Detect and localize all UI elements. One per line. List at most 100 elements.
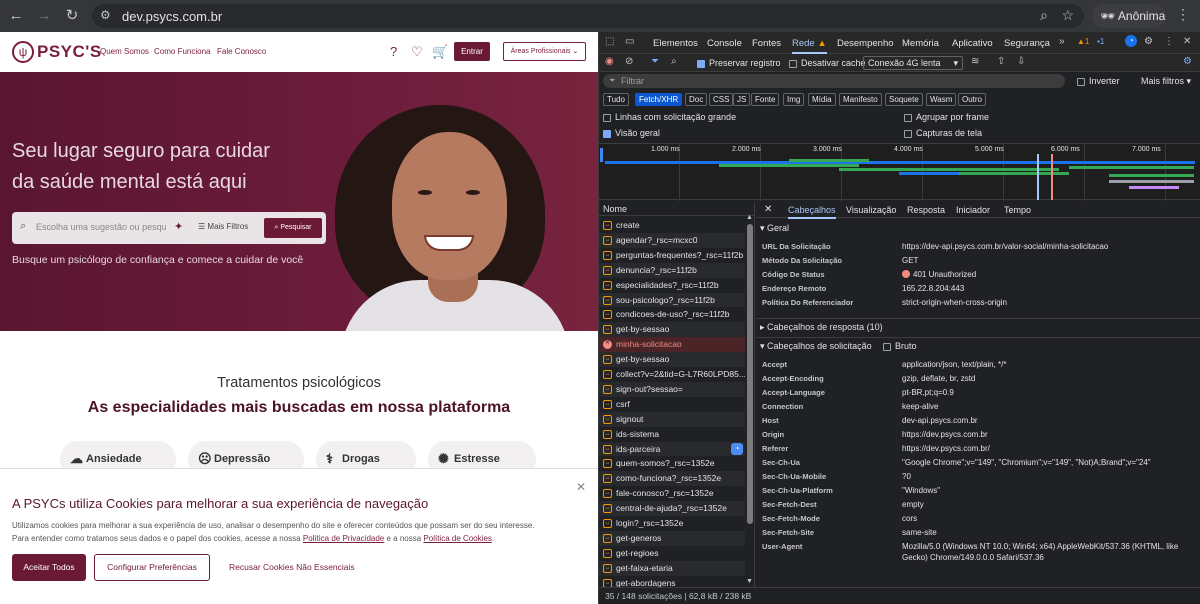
request-row[interactable]: ↔ central-de-ajuda?_rsc=1352e <box>599 501 745 516</box>
privacy-policy-link[interactable]: Política de Privacidade <box>303 534 384 543</box>
tab-elementos[interactable]: Elementos <box>653 38 698 49</box>
zoom-icon[interactable]: ⌕ <box>1040 7 1048 24</box>
request-list-scrollbar[interactable]: ▲ ▼ <box>746 214 754 586</box>
group-by-frame-checkbox[interactable]: Agrupar por frame <box>904 112 989 122</box>
overview-checkbox[interactable]: Visão geral <box>603 128 660 138</box>
request-row[interactable]: ↔ sign-out?sessao= <box>599 381 745 397</box>
inspect-icon[interactable]: ⬚ <box>605 36 614 47</box>
filter-funnel-icon[interactable]: ⏷ <box>651 56 659 67</box>
more-filters-dropdown[interactable]: Mais filtros ▾ <box>1141 76 1191 87</box>
request-row[interactable]: ↔ quem-somos?_rsc=1352e <box>599 456 745 471</box>
tab-cabecalhos[interactable]: Cabeçalhos <box>788 205 836 219</box>
invert-checkbox[interactable]: Inverter <box>1077 76 1120 86</box>
type-filter-fonte[interactable]: Fonte <box>751 93 780 106</box>
response-headers-section-header[interactable]: ▸ Cabeçalhos de resposta (10) <box>756 318 1200 335</box>
request-row[interactable]: ↔ condicoes-de-uso?_rsc=11f2b <box>599 307 745 322</box>
scrollbar-thumb[interactable] <box>747 224 753 524</box>
browser-menu-icon[interactable]: ⋮ <box>1176 6 1190 23</box>
request-row[interactable]: ↔ get-faixa-etaria <box>599 560 745 576</box>
accept-all-button[interactable]: Aceitar Todos <box>12 554 86 581</box>
request-row[interactable]: ↔ get-by-sessao <box>599 322 745 338</box>
scroll-up-icon[interactable]: ▲ <box>746 214 753 221</box>
request-row[interactable]: ↔ login?_rsc=1352e <box>599 516 745 531</box>
cookie-policy-link[interactable]: Política de Cookies <box>423 534 491 543</box>
tab-iniciador[interactable]: Iniciador <box>956 205 990 215</box>
clear-icon[interactable]: ⊘ <box>625 56 633 67</box>
tab-tempo[interactable]: Tempo <box>1004 205 1031 215</box>
request-row[interactable]: ✕ minha-solicitacao <box>599 337 745 353</box>
tab-memoria[interactable]: Memória <box>902 38 939 49</box>
request-row[interactable]: ↔ signout <box>599 411 745 427</box>
tab-visualizacao[interactable]: Visualização <box>846 205 896 215</box>
tab-desempenho[interactable]: Desempenho <box>837 38 894 49</box>
scroll-down-icon[interactable]: ▼ <box>746 578 753 585</box>
reload-icon[interactable]: ↻ <box>62 6 82 26</box>
network-overview-timeline[interactable]: 1.000 ms 2.000 ms 3.000 ms 4.000 ms 5.00… <box>599 143 1200 201</box>
general-section-header[interactable]: ▾ Geral <box>756 220 1200 237</box>
request-row[interactable]: ↔ especialidades?_rsc=11f2b <box>599 278 745 293</box>
configure-preferences-button[interactable]: Configurar Preferências <box>94 554 210 581</box>
request-row[interactable]: ↔ agendar?_rsc=mcxc0 <box>599 232 745 248</box>
settings-gear-icon[interactable]: ⚙ <box>1144 36 1153 47</box>
request-row[interactable]: ↔ fale-conosco?_rsc=1352e <box>599 486 745 501</box>
tab-rede[interactable]: Rede ▲ <box>792 38 827 54</box>
request-row[interactable]: ↔ create <box>599 218 745 233</box>
type-filter-midia[interactable]: Mídia <box>808 93 836 106</box>
tab-console[interactable]: Console <box>707 38 742 49</box>
request-row[interactable]: ↔ denuncia?_rsc=11f2b <box>599 262 745 278</box>
big-rows-checkbox[interactable]: Linhas com solicitação grande <box>603 112 736 122</box>
import-har-icon[interactable]: ⇧ <box>997 56 1005 67</box>
search-icon[interactable]: ⌕ <box>671 56 677 67</box>
request-row[interactable]: ↔ get-regioes <box>599 546 745 561</box>
request-row[interactable]: ↔ csrf <box>599 397 745 412</box>
tab-aplicativo[interactable]: Aplicativo <box>952 38 993 49</box>
address-bar[interactable]: ⚙ dev.psycs.com.br ⌕ ☆ <box>92 4 1084 28</box>
forward-icon[interactable]: → <box>34 6 54 26</box>
extension-icon[interactable]: ◔ <box>1125 35 1137 47</box>
disable-cache-checkbox[interactable]: Desativar cache <box>789 58 866 68</box>
screenshots-checkbox[interactable]: Capturas de tela <box>904 128 982 138</box>
reject-cookies-button[interactable]: Recusar Cookies Não Essenciais <box>229 562 355 572</box>
type-filter-manifesto[interactable]: Manifesto <box>839 93 882 106</box>
request-row[interactable]: ↔ get-generos <box>599 530 745 546</box>
type-filter-outro[interactable]: Outro <box>958 93 987 106</box>
type-filter-img[interactable]: Img <box>783 93 805 106</box>
tab-fontes[interactable]: Fontes <box>752 38 781 49</box>
initiator-badge-icon[interactable]: ◔ <box>731 442 743 455</box>
request-headers-section-header[interactable]: ▾ Cabeçalhos de solicitação Bruto <box>756 337 1200 354</box>
throttling-select[interactable]: Conexão 4G lenta ▾ <box>863 56 963 70</box>
type-filter-soquete[interactable]: Soquete <box>885 93 923 106</box>
device-toolbar-icon[interactable]: ▭ <box>625 36 634 47</box>
request-row[interactable]: ↔ sou-psicologo?_rsc=11f2b <box>599 292 745 308</box>
request-row[interactable]: ↔ get-by-sessao <box>599 352 745 367</box>
devtools-menu-icon[interactable]: ⋮ <box>1164 36 1174 47</box>
close-icon[interactable]: ✕ <box>576 480 586 494</box>
back-icon[interactable]: ← <box>6 6 26 26</box>
network-settings-icon[interactable]: ⚙ <box>1183 56 1192 67</box>
request-row[interactable]: ↔ perguntas-frequentes?_rsc=11f2b <box>599 248 745 263</box>
bookmark-star-icon[interactable]: ☆ <box>1061 7 1074 24</box>
site-settings-icon[interactable]: ⚙ <box>100 8 111 22</box>
name-column-header[interactable]: Nome <box>599 202 755 216</box>
type-filter-doc[interactable]: Doc <box>685 93 708 106</box>
type-filter-js[interactable]: JS <box>733 93 751 106</box>
request-row[interactable]: ↔ ids-sistema <box>599 427 745 442</box>
request-row[interactable]: ↔ como-funciona?_rsc=1352e <box>599 471 745 487</box>
request-row[interactable]: ↔ ids-parceira ◔ <box>599 441 745 457</box>
request-row[interactable]: ↔ collect?v=2&tid=G-L7R60LPD85... <box>599 367 745 382</box>
type-filter-css[interactable]: CSS <box>709 93 734 106</box>
issues-counter[interactable]: ▪1 <box>1097 37 1104 46</box>
type-filter-tudo[interactable]: Tudo <box>603 93 629 106</box>
tab-resposta[interactable]: Resposta <box>907 205 945 215</box>
close-devtools-icon[interactable]: ✕ <box>1183 36 1191 47</box>
type-filter-fetch-xhr[interactable]: Fetch/XHR <box>635 93 683 106</box>
filter-input[interactable]: ⏷ Filtrar <box>603 74 1065 88</box>
warnings-counter[interactable]: ▲1 <box>1077 37 1089 46</box>
tab-seguranca[interactable]: Segurança <box>1004 38 1050 49</box>
incognito-profile-button[interactable]: 🕶 Anônima <box>1092 4 1166 28</box>
network-conditions-icon[interactable]: ≋ <box>971 56 979 67</box>
record-icon[interactable]: ◉ <box>605 56 614 67</box>
close-detail-icon[interactable]: ✕ <box>764 204 772 215</box>
type-filter-wasm[interactable]: Wasm <box>926 93 957 106</box>
raw-checkbox[interactable]: Bruto <box>883 338 917 355</box>
